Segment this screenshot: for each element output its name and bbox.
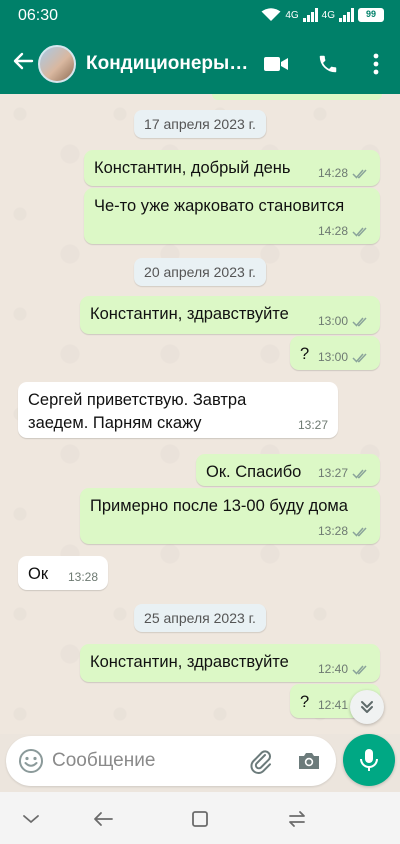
message-text: Примерно после 13-00 буду дома: [90, 497, 348, 515]
nav-home-icon[interactable]: [187, 806, 213, 832]
message-time: 13:28: [317, 524, 348, 538]
message-time: 13:00: [317, 314, 348, 328]
message-time: 13:28: [67, 570, 98, 584]
message-meta: 13:27: [318, 466, 370, 480]
message-text: Сергей приветствую. Завтра заедем. Парня…: [28, 391, 247, 432]
message-meta: 13:27: [298, 418, 328, 432]
message-meta: 13:00: [318, 314, 370, 328]
message-meta: 12:40: [318, 662, 370, 676]
message-bubble-out[interactable]: ? 13:00: [290, 336, 380, 370]
message-text: Ок: [28, 565, 49, 583]
read-ticks-icon: [352, 226, 367, 237]
double-chevron-down-icon: [361, 701, 373, 713]
message-text: ?: [300, 345, 310, 363]
nav-back-icon[interactable]: [90, 806, 116, 832]
wifi-icon: [261, 8, 281, 21]
video-call-icon[interactable]: [262, 50, 290, 78]
message-text: Константин, добрый день: [94, 159, 291, 177]
partial-message-bubble: [212, 94, 382, 100]
message-text: Константин, здравствуйте: [90, 305, 289, 323]
message-bubble-out[interactable]: Константин, добрый день 14:28: [84, 150, 380, 186]
message-bubble-in[interactable]: Ок 13:28: [18, 556, 108, 590]
message-bubble-out[interactable]: Примерно после 13-00 буду дома 13:28: [80, 488, 380, 544]
message-text: ?: [300, 693, 310, 711]
message-bubble-out[interactable]: Че-то уже жарковато становится 14:28: [84, 188, 380, 244]
phone-icon[interactable]: [314, 50, 342, 78]
avatar[interactable]: [38, 45, 76, 83]
network-type-1: 4G: [285, 9, 299, 21]
system-nav-bar: [0, 792, 400, 844]
signal-icon-2: [339, 8, 354, 22]
date-divider: 20 апреля 2023 г.: [134, 258, 266, 286]
read-ticks-icon: [352, 468, 367, 479]
message-text: Ок. Спасибо: [206, 463, 302, 481]
message-text: Че-то уже жарковато становится: [94, 197, 345, 215]
message-time: 13:27: [317, 466, 348, 480]
network-type-2: 4G: [321, 9, 335, 21]
message-meta: 13:28: [318, 524, 370, 538]
message-bubble-out[interactable]: Ок. Спасибо 13:27: [196, 454, 380, 486]
read-ticks-icon: [352, 168, 367, 179]
message-bubble-out[interactable]: Константин, здравствуйте 12:40: [80, 644, 380, 682]
message-time: 12:40: [317, 662, 348, 676]
status-bar: 06:30 4G 4G 99: [0, 0, 400, 34]
status-icons: 4G 4G 99: [261, 8, 384, 22]
signal-icon: [302, 8, 318, 22]
date-divider: 25 апреля 2023 г.: [134, 604, 266, 632]
emoji-icon[interactable]: [18, 748, 44, 774]
mic-button[interactable]: [343, 734, 395, 786]
hide-keyboard-icon[interactable]: [18, 806, 44, 832]
message-time: 12:41: [317, 698, 348, 712]
message-meta: 13:00: [318, 350, 370, 364]
read-ticks-icon: [352, 526, 367, 537]
message-time: 14:28: [317, 166, 348, 180]
more-vert-icon[interactable]: [362, 50, 390, 78]
read-ticks-icon: [352, 664, 367, 675]
read-ticks-icon: [352, 316, 367, 327]
attach-icon[interactable]: [248, 748, 274, 774]
message-meta: 13:28: [68, 570, 98, 584]
message-time: 14:28: [317, 224, 348, 238]
mic-icon: [360, 749, 378, 771]
nav-recents-icon[interactable]: [284, 806, 310, 832]
battery-icon: 99: [358, 8, 384, 22]
back-arrow-icon[interactable]: [6, 50, 40, 79]
message-time: 13:27: [297, 418, 328, 432]
chat-header: Кондиционеры…: [0, 34, 400, 94]
message-input[interactable]: [52, 747, 232, 775]
scroll-to-bottom-button[interactable]: [350, 690, 384, 724]
message-time: 13:00: [317, 350, 348, 364]
date-divider: 17 апреля 2023 г.: [134, 110, 266, 138]
message-list[interactable]: 17 апреля 2023 г. Константин, добрый ден…: [0, 94, 400, 734]
read-ticks-icon: [352, 352, 367, 363]
chat-title[interactable]: Кондиционеры…: [86, 53, 254, 75]
message-bubble-out[interactable]: Константин, здравствуйте 13:00: [80, 296, 380, 334]
message-composer: [6, 736, 336, 786]
message-text: Константин, здравствуйте: [90, 653, 289, 671]
message-meta: 14:28: [318, 166, 370, 180]
status-time: 06:30: [18, 7, 59, 24]
message-meta: 14:28: [318, 224, 370, 238]
message-bubble-in[interactable]: Сергей приветствую. Завтра заедем. Парня…: [18, 382, 338, 438]
camera-icon[interactable]: [296, 748, 322, 774]
